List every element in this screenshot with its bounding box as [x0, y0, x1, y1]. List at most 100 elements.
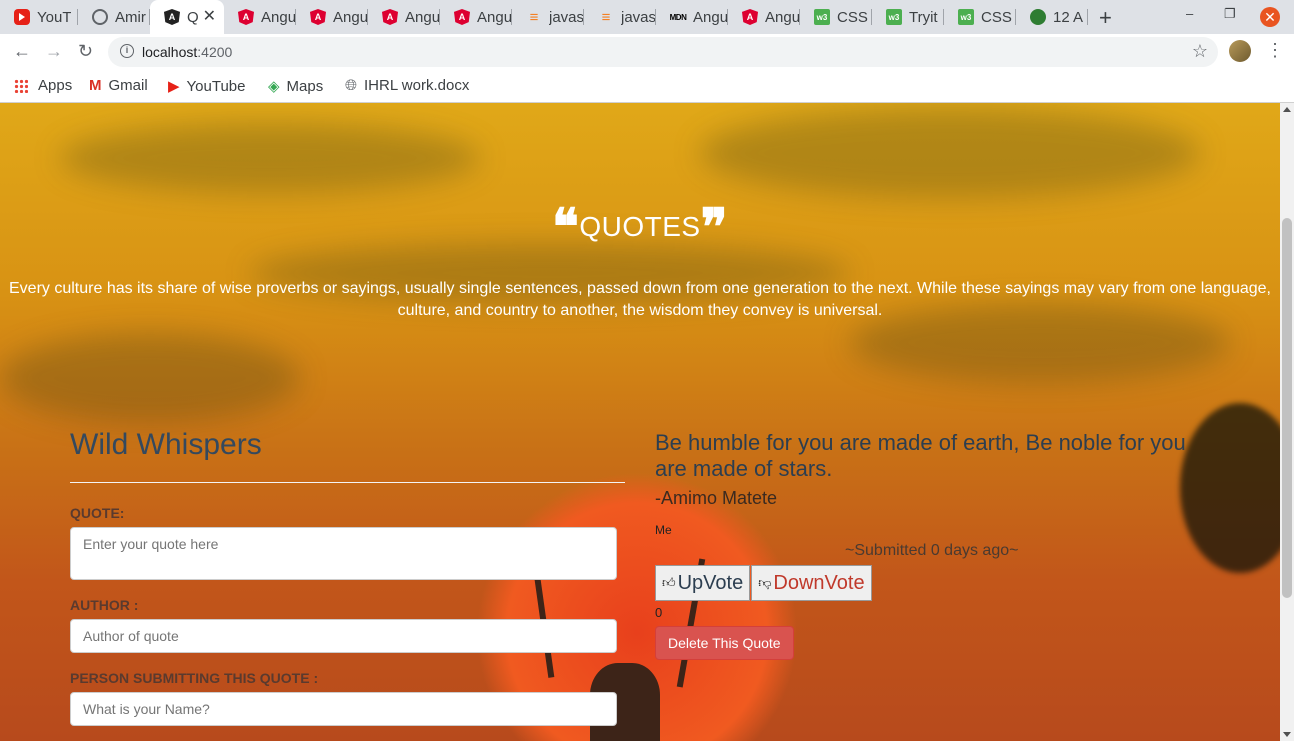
angular-icon: A [454, 9, 470, 25]
tab-title: Angu [333, 8, 368, 26]
thumbs-up-icon: 👍︎ [662, 575, 676, 590]
tab-title: 12 A [1053, 8, 1084, 26]
form-divider [70, 482, 625, 483]
downvote-label: DownVote [773, 571, 865, 594]
minimize-button[interactable]: – [1186, 6, 1193, 21]
downvote-button[interactable]: 👎︎ DownVote [751, 565, 872, 601]
author-input[interactable] [70, 619, 617, 653]
upvote-button[interactable]: 👍︎ UpVote [655, 565, 751, 601]
tab-site[interactable]: 12 A [1016, 0, 1088, 34]
apps-grid-icon [14, 78, 28, 93]
upvote-label: UpVote [677, 571, 744, 594]
page-title: ❝QUOTES❞ [0, 197, 1280, 256]
tab-title: Q [187, 8, 199, 26]
tab-title: CSS I [837, 8, 872, 26]
quote-author: -Amimo Matete [655, 488, 778, 508]
tab-stackoverflow[interactable]: ≡ javas [512, 0, 584, 34]
forward-arrow-icon[interactable]: → [45, 41, 63, 61]
tab-mdn[interactable]: MDN Angu [656, 0, 728, 34]
tab-strip: YouT Amir A Q ✕ A Angu A Angu A Angu A Angu ≡ j… [0, 0, 1294, 34]
background-cloud [60, 123, 480, 193]
w3schools-icon: w3 [958, 9, 974, 25]
page-subtitle: Every culture has its share of wise prov… [9, 280, 1271, 319]
tab-title: Amir [115, 8, 146, 26]
scroll-down-icon[interactable] [1283, 732, 1291, 737]
menu-dots-icon[interactable]: ⋮ [1266, 40, 1284, 60]
info-icon[interactable]: i [120, 44, 134, 58]
angular-dark-icon: A [164, 9, 180, 25]
tab-title: javas [621, 8, 656, 26]
tab-youtube[interactable]: YouT [0, 0, 78, 34]
tab-w3schools[interactable]: w3 CSS I [944, 0, 1016, 34]
back-arrow-icon[interactable]: ← [13, 41, 31, 61]
bookmark-star-icon[interactable]: ☆ [1192, 41, 1208, 62]
bookmark-label: Gmail [108, 77, 148, 94]
tab-title: Angu [693, 8, 728, 26]
quote-text: Be humble for you are made of earth, Be … [655, 430, 1186, 481]
new-tab-button[interactable]: + [1099, 5, 1112, 31]
tab-angular[interactable]: A Angu [296, 0, 368, 34]
url-port: :4200 [197, 44, 233, 60]
bookmark-label: IHRL work.docx [364, 77, 470, 94]
open-quote-icon: ❝ [551, 197, 580, 256]
vote-buttons: 👍︎ UpVote 👎︎ DownVote [655, 565, 1215, 601]
quote-form: Wild Whispers QUOTE: AUTHOR : PERSON SUB… [70, 428, 625, 726]
tab-angular[interactable]: A Angu [728, 0, 800, 34]
background-cloud [0, 333, 300, 423]
url-field[interactable]: i localhost:4200 ☆ [108, 37, 1218, 67]
tab-quotes-active[interactable]: A Q ✕ [150, 0, 224, 34]
quote-label: QUOTE: [70, 505, 125, 521]
angular-icon: A [742, 9, 758, 25]
github-icon [92, 9, 108, 25]
restore-button[interactable]: ❐ [1224, 6, 1236, 22]
bookmark-gmail[interactable]: M Gmail [89, 77, 148, 94]
tab-stackoverflow[interactable]: ≡ javas [584, 0, 656, 34]
address-bar: ← → ↻ i localhost:4200 ☆ ⋮ [0, 34, 1294, 70]
close-quote-icon: ❞ [700, 197, 729, 256]
url-host: localhost [142, 44, 198, 60]
bookmarks-bar: Apps M Gmail ▶ YouTube ◈ Maps 🌐︎ IHRL work.d… [0, 70, 1294, 103]
bookmark-youtube[interactable]: ▶ YouTube [168, 77, 246, 96]
author-label: AUTHOR : [70, 597, 139, 613]
tab-title: CSS I [981, 8, 1016, 26]
bookmark-label: YouTube [186, 77, 246, 95]
url-text: localhost:4200 [142, 44, 232, 60]
submitter-input[interactable] [70, 692, 617, 726]
bookmark-label: Apps [38, 77, 73, 94]
stackoverflow-icon: ≡ [529, 8, 539, 26]
gmail-icon: M [89, 77, 102, 94]
site-icon [1030, 9, 1046, 25]
angular-icon: A [310, 9, 326, 25]
profile-avatar[interactable] [1229, 40, 1251, 62]
background-cloud [700, 108, 1200, 198]
tab-title: Angu [765, 8, 800, 26]
quote-submitter: Me [655, 523, 672, 537]
bookmark-maps[interactable]: ◈ Maps [268, 77, 323, 96]
page-scrollbar[interactable] [1280, 103, 1294, 741]
quote-submitted-time: ~Submitted 0 days ago~ [845, 542, 1019, 559]
tab-title: Angu [477, 8, 512, 26]
submitter-label: PERSON SUBMITTING THIS QUOTE : [70, 670, 319, 686]
stackoverflow-icon: ≡ [601, 8, 611, 26]
bookmark-apps[interactable]: Apps [14, 77, 72, 94]
angular-icon: A [382, 9, 398, 25]
scrollbar-thumb[interactable] [1282, 218, 1292, 598]
tab-close-icon[interactable]: ✕ [203, 9, 216, 25]
tab-github[interactable]: Amir [78, 0, 150, 34]
window-close-button[interactable]: ✕ [1260, 7, 1280, 27]
tab-title: javas [549, 8, 584, 26]
tab-w3schools[interactable]: w3 Tryit [872, 0, 944, 34]
globe-icon: 🌐︎ [345, 77, 358, 94]
scroll-up-icon[interactable] [1283, 107, 1291, 112]
quote-textarea[interactable] [70, 527, 617, 580]
tab-angular[interactable]: A Angu [440, 0, 512, 34]
quote-card: Be humble for you are made of earth, Be … [655, 430, 1215, 660]
tab-title: Angu [261, 8, 296, 26]
delete-quote-button[interactable]: Delete This Quote [655, 626, 794, 660]
tab-angular[interactable]: A Angu [224, 0, 296, 34]
tab-w3schools[interactable]: w3 CSS I [800, 0, 872, 34]
reload-icon[interactable]: ↻ [78, 41, 93, 61]
tab-angular[interactable]: A Angu [368, 0, 440, 34]
bookmark-ihrl[interactable]: 🌐︎ IHRL work.docx [345, 77, 469, 94]
mdn-icon: MDN [669, 12, 687, 22]
